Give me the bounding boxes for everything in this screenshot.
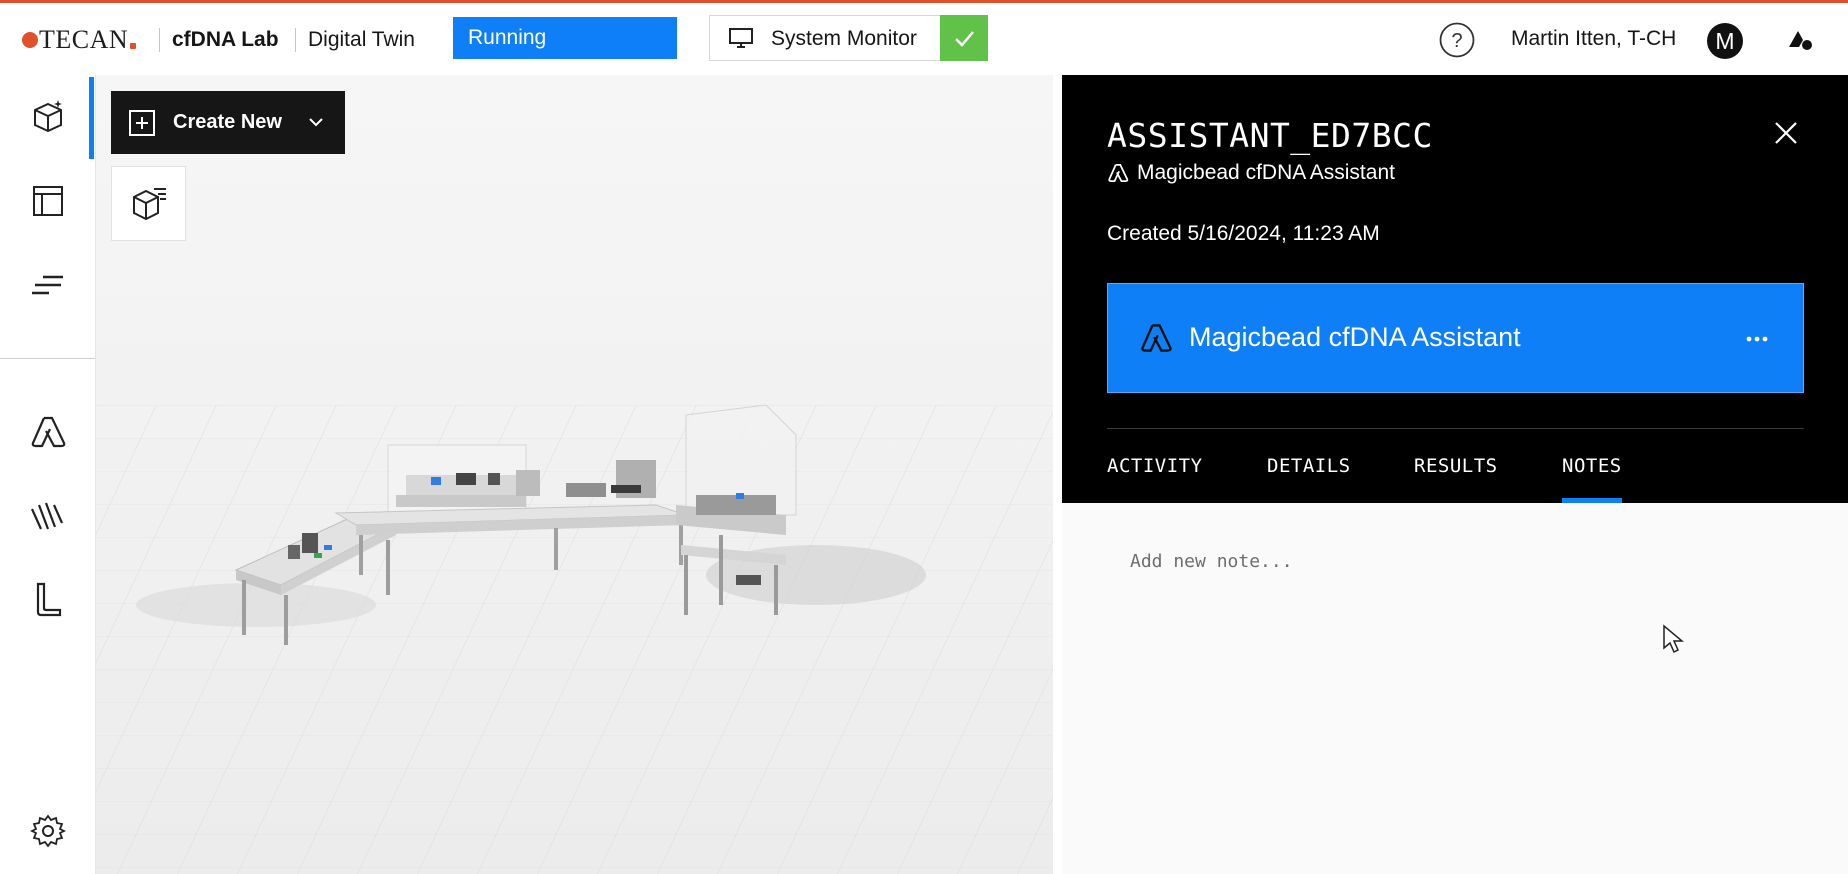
system-monitor-button[interactable]: System Monitor: [709, 15, 988, 61]
brand-mark-icon[interactable]: [1786, 27, 1814, 53]
assistant-card-label: Magicbead cfDNA Assistant: [1189, 322, 1521, 352]
avatar[interactable]: M: [1707, 23, 1743, 59]
section-name: Digital Twin: [308, 28, 415, 51]
logo-text: TECAN: [39, 25, 129, 54]
lines-icon[interactable]: [29, 266, 67, 304]
svg-text:?: ?: [1451, 30, 1462, 52]
system-ok-indicator[interactable]: [940, 15, 988, 61]
assistant-icon[interactable]: [29, 413, 67, 451]
close-icon[interactable]: [1772, 119, 1800, 147]
new-note-input[interactable]: [1128, 543, 1792, 579]
header-divider: [159, 28, 160, 52]
left-nav-rail: [0, 75, 96, 874]
tab-details[interactable]: DETAILS: [1267, 455, 1351, 503]
top-header: TECAN cfDNA Lab Digital Twin Running Sys…: [0, 3, 1848, 75]
create-new-label: Create New: [173, 111, 282, 133]
panel-title: ASSISTANT_ED7BCC: [1107, 116, 1433, 155]
cube-sparkle-icon[interactable]: [29, 98, 67, 136]
settings-icon[interactable]: [29, 812, 67, 850]
object-list-button[interactable]: [111, 166, 186, 241]
plus-icon: [129, 110, 155, 136]
monitor-icon: [729, 28, 753, 48]
chevron-down-icon: [309, 118, 323, 127]
created-timestamp: Created 5/16/2024, 11:23 AM: [1107, 222, 1380, 245]
mouse-cursor-icon: [1663, 624, 1684, 654]
lab-name[interactable]: cfDNA Lab: [172, 28, 279, 52]
panel-subtitle-text: Magicbead cfDNA Assistant: [1137, 161, 1395, 184]
tab-notes[interactable]: NOTES: [1562, 455, 1622, 503]
header-divider: [295, 28, 296, 52]
logo-mark: [130, 43, 137, 49]
assistant-card[interactable]: Magicbead cfDNA Assistant: [1107, 283, 1804, 393]
status-badge[interactable]: Running: [453, 17, 677, 59]
detail-panel: ASSISTANT_ED7BCC Magicbead cfDNA Assista…: [1062, 75, 1848, 503]
panel-divider: [1107, 428, 1804, 429]
help-icon[interactable]: ?: [1438, 21, 1476, 59]
more-icon[interactable]: [1742, 324, 1772, 354]
user-name[interactable]: Martin Itten, T-CH: [1511, 27, 1676, 51]
rail-divider: [0, 358, 95, 359]
lab-scene: [96, 404, 1053, 874]
cube-list-icon: [133, 188, 166, 221]
tecan-logo[interactable]: TECAN: [22, 25, 137, 55]
3d-lab-viewport[interactable]: [96, 75, 1053, 874]
tab-results[interactable]: RESULTS: [1414, 455, 1498, 503]
panel-subtitle: Magicbead cfDNA Assistant: [1107, 161, 1395, 185]
notes-area: [1062, 503, 1848, 874]
wave-icon[interactable]: [29, 497, 67, 535]
tab-activity[interactable]: ACTIVITY: [1107, 455, 1203, 503]
pipette-icon[interactable]: [29, 581, 67, 619]
create-new-button[interactable]: Create New: [111, 91, 345, 154]
active-tool-indicator: [89, 77, 94, 159]
logo-dot: [22, 32, 38, 48]
assistant-icon: [1141, 324, 1172, 352]
assistant-icon: [1108, 164, 1129, 182]
system-monitor-label: System Monitor: [771, 27, 917, 50]
check-icon: [955, 31, 974, 47]
layout-icon[interactable]: [29, 182, 67, 220]
